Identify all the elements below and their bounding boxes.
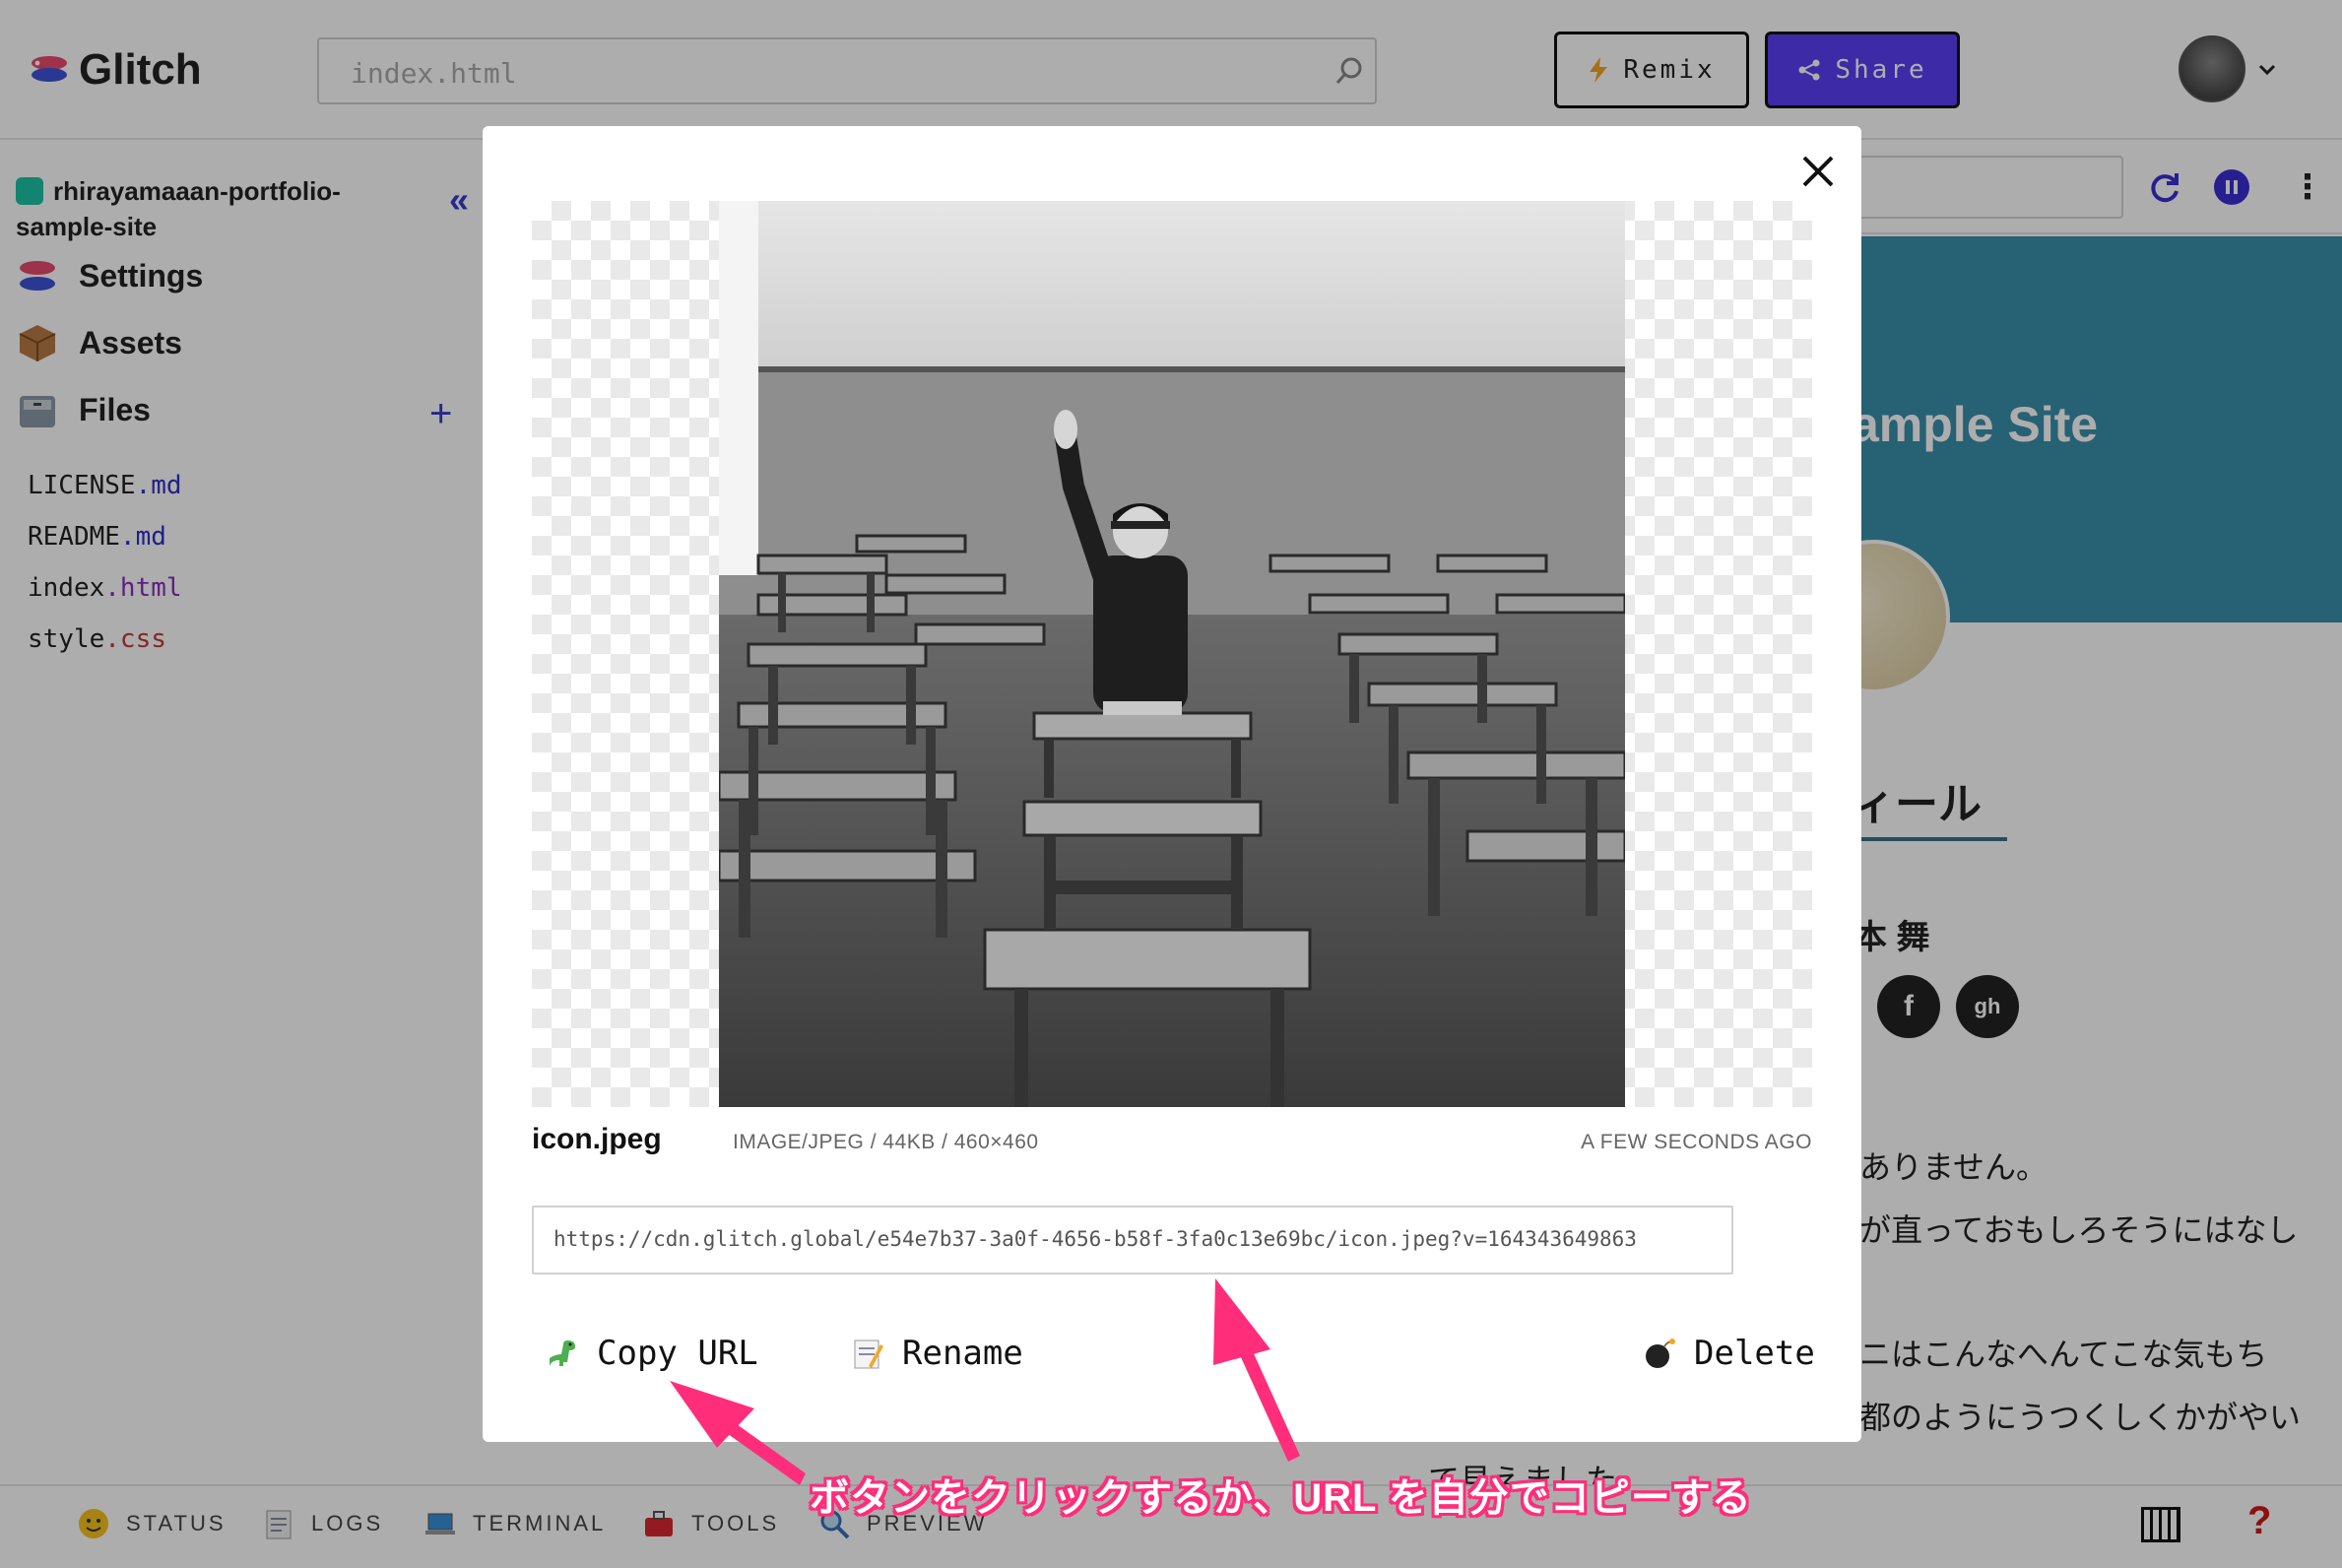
bomb-icon	[1646, 1339, 1675, 1368]
annotation-text: ボタンをクリックするか、URL を自分でコピーする	[810, 1476, 1752, 1520]
asset-upload-time: A FEW SECONDS AGO	[1581, 1131, 1812, 1153]
rename-button[interactable]: Rename	[851, 1334, 1023, 1373]
dinosaur-icon	[550, 1340, 575, 1366]
asset-image	[719, 201, 1625, 1107]
close-icon[interactable]	[1794, 148, 1842, 195]
copy-url-label: Copy URL	[597, 1334, 758, 1373]
memo-icon	[854, 1339, 883, 1369]
delete-button[interactable]: Delete	[1643, 1334, 1815, 1373]
rename-label: Rename	[902, 1334, 1023, 1373]
asset-file-name: icon.jpeg	[532, 1123, 662, 1155]
asset-file-meta: IMAGE/JPEG / 44KB / 460×460	[733, 1131, 1039, 1153]
copy-url-button[interactable]: Copy URL	[546, 1334, 758, 1373]
asset-url-field[interactable]: https://cdn.glitch.global/e54e7b37-3a0f-…	[532, 1206, 1733, 1274]
delete-label: Delete	[1694, 1334, 1815, 1373]
